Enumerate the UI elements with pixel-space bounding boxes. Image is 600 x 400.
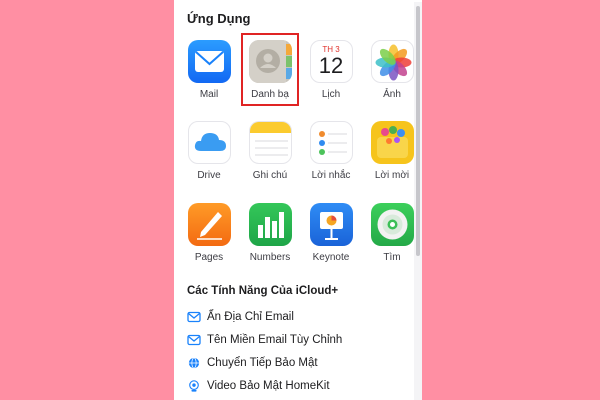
- calendar-icon: TH 3 12: [309, 40, 353, 83]
- calendar-day: 12: [318, 53, 344, 78]
- app-mail[interactable]: Mail: [179, 40, 239, 100]
- icloud-menu-panel: Ứng Dụng Mail Danh bạ TH 3 12 Lịch Ảnh D…: [174, 0, 426, 400]
- app-drive[interactable]: Drive: [179, 121, 239, 181]
- globe-icon: [188, 357, 200, 369]
- app-label: Numbers: [249, 252, 291, 263]
- photos-icon: [370, 40, 414, 83]
- app-find-my[interactable]: Tìm: [362, 203, 422, 263]
- feature-homekit-secure-video[interactable]: Video Bảo Mật HomeKit: [187, 380, 330, 392]
- reminders-icon: [309, 121, 353, 164]
- feature-label: Video Bảo Mật HomeKit: [207, 380, 330, 392]
- icloud-drive-icon: [187, 121, 231, 164]
- feature-label: Chuyển Tiếp Bảo Mật: [207, 357, 318, 369]
- app-label: Ảnh: [383, 89, 401, 100]
- notes-icon: [248, 121, 292, 164]
- app-invites[interactable]: Lời mời: [362, 121, 422, 181]
- selection-highlight: [241, 33, 299, 106]
- feature-custom-email-domain[interactable]: Tên Miền Email Tùy Chỉnh: [187, 334, 342, 346]
- feature-label: Tên Miền Email Tùy Chỉnh: [207, 334, 343, 346]
- app-label: Tìm: [383, 252, 401, 263]
- app-label: Lời mời: [374, 170, 410, 181]
- app-notes[interactable]: Ghi chú: [240, 121, 300, 181]
- app-label: Pages: [194, 252, 224, 263]
- icloud-plus-features-title: Các Tính Năng Của iCloud+: [187, 285, 339, 297]
- app-label: Keynote: [312, 252, 350, 263]
- feature-hide-my-email[interactable]: Ẩn Địa Chỉ Email: [187, 311, 294, 323]
- app-calendar[interactable]: TH 3 12 Lịch: [301, 40, 361, 100]
- invites-icon: [370, 121, 414, 164]
- app-label: Mail: [199, 89, 219, 100]
- app-numbers[interactable]: Numbers: [240, 203, 300, 263]
- mail-icon: [187, 40, 231, 83]
- app-pages[interactable]: Pages: [179, 203, 239, 263]
- find-my-icon: [370, 203, 414, 246]
- pages-icon: [187, 203, 231, 246]
- app-photos[interactable]: Ảnh: [362, 40, 422, 100]
- camera-icon: [189, 380, 199, 392]
- app-label: Ghi chú: [252, 170, 288, 181]
- numbers-icon: [248, 203, 292, 246]
- app-label: Drive: [197, 170, 221, 181]
- feature-private-relay[interactable]: Chuyển Tiếp Bảo Mật: [187, 357, 318, 369]
- feature-label: Ẩn Địa Chỉ Email: [207, 311, 294, 323]
- scrollbar-thumb[interactable]: [416, 6, 420, 256]
- envelope-icon: [187, 311, 201, 323]
- app-reminders[interactable]: Lời nhắc: [301, 121, 361, 181]
- envelope-icon: [187, 334, 201, 346]
- app-keynote[interactable]: Keynote: [301, 203, 361, 263]
- app-label: Lời nhắc: [311, 170, 351, 181]
- app-label: Lịch: [321, 89, 341, 100]
- apps-section-title: Ứng Dụng: [187, 11, 251, 26]
- keynote-icon: [309, 203, 353, 246]
- vertical-scrollbar[interactable]: [414, 2, 422, 400]
